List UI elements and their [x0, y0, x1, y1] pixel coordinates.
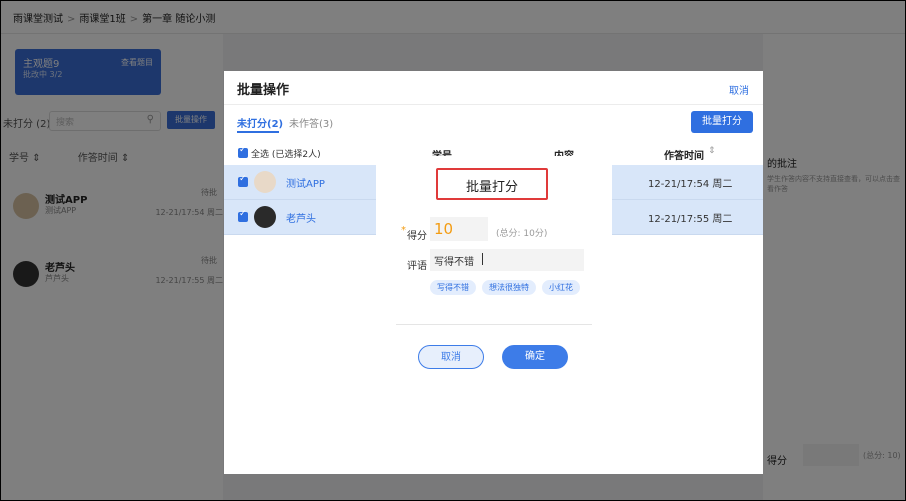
comment-chip[interactable]: 小红花	[542, 280, 580, 295]
comment-value: 写得不错	[434, 257, 474, 268]
required-mark: *	[401, 225, 406, 236]
score-label: 得分	[407, 231, 427, 242]
batch-grade-button[interactable]: 批量打分	[691, 111, 753, 133]
dialog-title: 批量操作	[237, 83, 290, 98]
row-checkbox[interactable]	[238, 209, 248, 222]
active-tab-indicator	[237, 131, 279, 133]
text-caret	[482, 253, 483, 265]
dialog-title: 批量打分	[465, 180, 518, 195]
tab-unanswered[interactable]: 未作答(3)	[289, 115, 333, 130]
avatar	[254, 171, 276, 193]
avatar	[254, 206, 276, 228]
app-window: 雨课堂测试>雨课堂1班>第一章 随论小测 主观题9 批改中 3/2 查看题目 未…	[0, 0, 906, 501]
comment-chip[interactable]: 写得不错	[430, 280, 476, 295]
sort-icon[interactable]: ⇕	[708, 146, 716, 156]
student-name: 老芦头	[286, 214, 316, 225]
answer-time: 12-21/17:54 周二	[648, 179, 733, 190]
divider	[396, 324, 592, 325]
cancel-button[interactable]: 取消	[418, 345, 484, 369]
answer-time: 12-21/17:55 周二	[648, 214, 733, 225]
comment-chip[interactable]: 想法很独特	[482, 280, 536, 295]
tab-ungraded[interactable]: 未打分(2)	[237, 115, 283, 130]
confirm-button[interactable]: 确定	[502, 345, 568, 369]
divider	[224, 104, 763, 105]
select-all-checkbox[interactable]	[238, 145, 248, 158]
score-value: 10	[434, 220, 454, 238]
score-total: (总分: 10分)	[496, 229, 548, 239]
batch-score-dialog: 批量打分 * 得分 10 (总分: 10分) 评语 写得不错 写得不错 想法很独…	[376, 156, 612, 388]
comment-label: 评语	[407, 261, 427, 272]
student-name: 测试APP	[286, 179, 325, 190]
row-checkbox[interactable]	[238, 174, 248, 187]
column-time[interactable]: 作答时间	[664, 147, 704, 162]
dialog-cancel-link[interactable]: 取消	[729, 82, 749, 97]
select-all-label: 全选 (已选择2人)	[251, 150, 321, 160]
